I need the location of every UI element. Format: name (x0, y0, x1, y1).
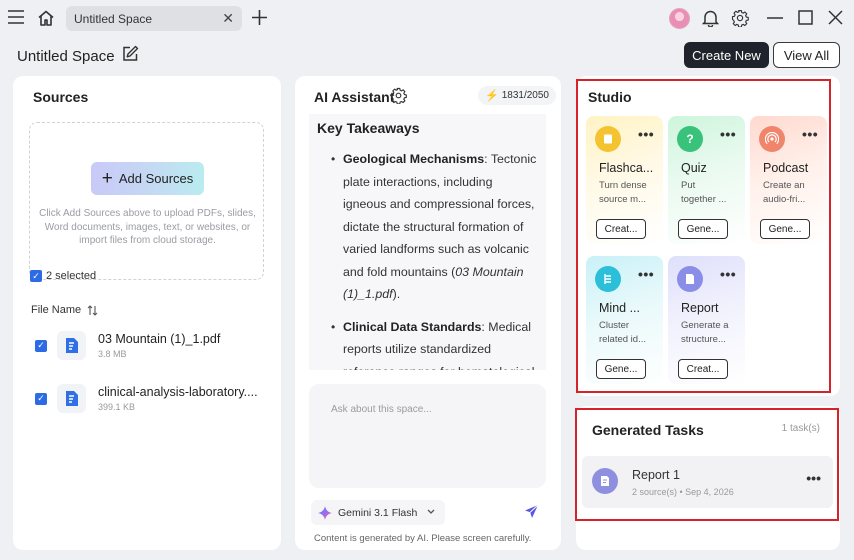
new-tab-plus-icon[interactable] (251, 9, 268, 26)
bell-icon[interactable] (702, 9, 719, 27)
file-name-sort-header[interactable]: File Name (31, 304, 98, 316)
sources-title: Sources (33, 89, 89, 105)
ai-assistant-title: AI Assistant (314, 89, 395, 105)
sources-panel: Sources + Add Sources Click Add Sources … (13, 76, 281, 550)
bullet-tail: ). (392, 287, 401, 301)
token-count: 1831/2050 (501, 90, 549, 101)
list-item: • Clinical Data Standards: Medical repor… (317, 316, 538, 371)
close-tab-icon[interactable]: ✕ (222, 10, 234, 27)
tasks-highlight-box (575, 408, 839, 521)
edit-icon[interactable] (121, 45, 139, 66)
send-icon[interactable] (524, 504, 539, 522)
select-all-row[interactable]: ✓ 2 selected (30, 270, 96, 282)
title-bar: Untitled Space ✕ (0, 0, 854, 36)
bullet-bold: Geological Mechanisms (343, 152, 485, 166)
ai-settings-gear-icon[interactable] (390, 87, 407, 107)
bullet-text: : Tectonic plate interactions, including… (343, 152, 537, 279)
studio-highlight-box (576, 79, 831, 393)
bolt-icon: ⚡ (485, 90, 499, 102)
add-sources-button[interactable]: + Add Sources (91, 162, 204, 195)
file-size: 399.1 KB (98, 402, 136, 412)
upload-dropzone[interactable]: + Add Sources Click Add Sources above to… (29, 122, 264, 280)
file-name-header: File Name (31, 304, 82, 316)
file-name: 03 Mountain (1)_1.pdf (98, 332, 221, 346)
response-heading: Key Takeaways (317, 120, 420, 136)
model-selector[interactable]: Gemini 3.1 Flash (311, 500, 445, 525)
maximize-icon[interactable] (798, 10, 813, 25)
sort-icon (87, 304, 98, 316)
plus-icon: + (101, 168, 113, 189)
gemini-icon (318, 505, 332, 520)
tab-untitled-space[interactable]: Untitled Space ✕ (66, 6, 242, 31)
token-usage-badge: ⚡ 1831/2050 (478, 86, 556, 105)
ai-assistant-panel: AI Assistant ⚡ 1831/2050 Key Takeaways •… (295, 76, 561, 550)
ai-disclaimer: Content is generated by AI. Please scree… (314, 533, 532, 544)
file-name: clinical-analysis-laboratory.... (98, 385, 258, 399)
add-sources-label: Add Sources (118, 171, 194, 186)
model-name: Gemini 3.1 Flash (338, 506, 418, 519)
avatar[interactable] (669, 8, 690, 29)
list-item: • Geological Mechanisms: Tectonic plate … (331, 152, 537, 301)
settings-gear-icon[interactable] (731, 9, 749, 27)
upload-hint: Click Add Sources above to upload PDFs, … (39, 208, 256, 246)
minimize-icon[interactable] (767, 17, 783, 19)
view-all-button[interactable]: View All (773, 42, 840, 68)
list-item[interactable]: ✓ 03 Mountain (1)_1.pdf 3.8 MB (35, 331, 220, 360)
ai-response-area: Key Takeaways • Geological Mechanisms: T… (309, 114, 546, 370)
list-item[interactable]: ✓ clinical-analysis-laboratory.... 399.1… (35, 384, 258, 413)
tab-title: Untitled Space (74, 11, 153, 26)
file-checkbox[interactable]: ✓ (35, 339, 47, 352)
selected-count: 2 selected (46, 270, 97, 282)
chevron-down-icon (427, 509, 435, 514)
ask-placeholder: Ask about this space... (331, 404, 432, 415)
file-icon (57, 384, 86, 413)
home-icon[interactable] (37, 9, 55, 27)
file-checkbox[interactable]: ✓ (35, 392, 47, 405)
ask-input[interactable]: Ask about this space... (309, 384, 546, 488)
menu-icon[interactable] (7, 9, 25, 25)
file-size: 3.8 MB (98, 349, 127, 359)
bullet-bold: Clinical Data Standards (343, 319, 482, 334)
create-new-button[interactable]: Create New (684, 42, 769, 68)
window-close-icon[interactable] (828, 10, 843, 25)
space-title: Untitled Space (17, 48, 115, 65)
file-icon (57, 331, 86, 360)
select-all-checkbox[interactable]: ✓ (30, 270, 42, 282)
